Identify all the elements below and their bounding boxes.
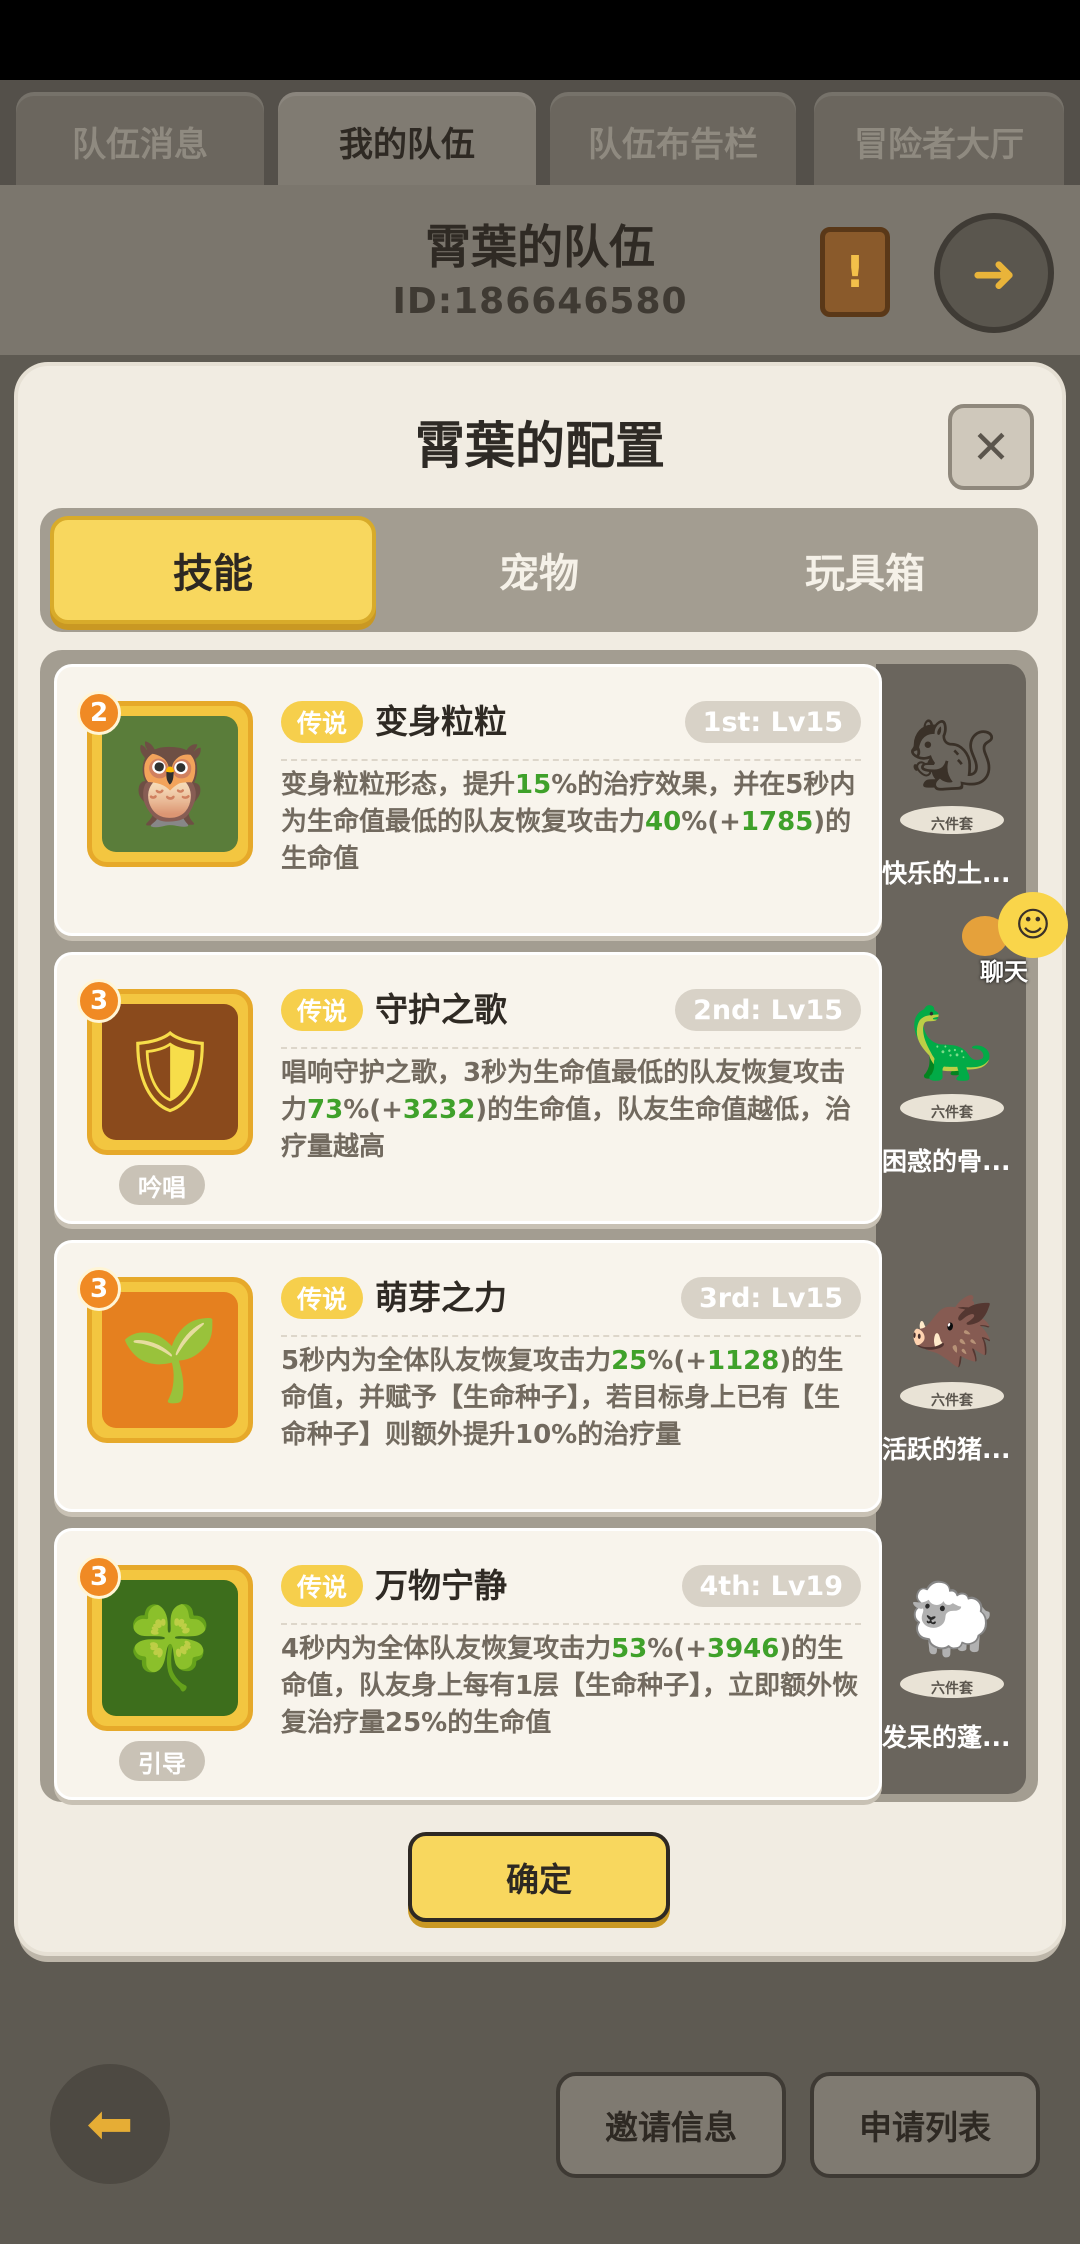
- config-tabs: 技能 宠物 玩具箱: [40, 508, 1038, 632]
- config-modal: 霄葉的配置 ✕ 技能 宠物 玩具箱 🦉 2 传说 变身粒粒 1st: Lv15 …: [18, 366, 1062, 1952]
- notice-scroll-icon[interactable]: !: [820, 227, 890, 317]
- divider: [281, 1623, 861, 1625]
- pet-slot[interactable]: 🦕 六件套 困惑的骨...: [878, 952, 1026, 1224]
- tab-adventurer-hall[interactable]: 冒险者大厅: [814, 92, 1064, 190]
- skill-name: 变身粒粒: [375, 702, 507, 741]
- close-button[interactable]: ✕: [948, 404, 1034, 490]
- back-arrow-icon: ⬅: [86, 2091, 134, 2157]
- pet-set-label: 六件套: [931, 817, 973, 833]
- skill-card[interactable]: 🍀 3 引导 传说 万物宁静 4th: Lv19 4秒内为全体队友恢复攻击力53…: [54, 1528, 882, 1800]
- skill-description: 唱响守护之歌，3秒为生命值最低的队友恢复攻击力73%(+3232)的生命值，队友…: [281, 1058, 852, 1162]
- pet-set-label: 六件套: [931, 1681, 973, 1697]
- skill-name: 万物宁静: [375, 1566, 507, 1605]
- team-name: 霄葉的队伍: [425, 220, 655, 274]
- divider: [281, 1335, 861, 1337]
- skill-description: 5秒内为全体队友恢复攻击力25%(+1128)的生命值，并赋予【生命种子】，若目…: [281, 1346, 844, 1450]
- skill-card[interactable]: 🌱 3 传说 萌芽之力 3rd: Lv15 5秒内为全体队友恢复攻击力25%(+…: [54, 1240, 882, 1512]
- rarity-badge: 传说: [281, 989, 363, 1031]
- level-badge: 3: [77, 1267, 121, 1311]
- level-badge: 3: [77, 979, 121, 1023]
- exit-team-icon[interactable]: ➜: [934, 213, 1054, 333]
- close-icon: ✕: [971, 420, 1011, 474]
- tab-team-messages[interactable]: 队伍消息: [16, 92, 264, 190]
- pet-set-label: 六件套: [931, 1393, 973, 1409]
- pet-slot[interactable]: 🐗 六件套 活跃的猪...: [878, 1240, 1026, 1512]
- slot-level: 4th: Lv19: [681, 1565, 861, 1607]
- skill-description: 变身粒粒形态，提升15%的治疗效果，并在5秒内为生命值最低的队友恢复攻击力40%…: [281, 770, 856, 874]
- apply-list-button[interactable]: 申请列表: [810, 2072, 1040, 2178]
- pet-name: 活跃的猪...: [882, 1435, 1011, 1464]
- divider: [281, 759, 861, 761]
- modal-title: 霄葉的配置: [415, 417, 665, 475]
- skill-name: 萌芽之力: [375, 1278, 507, 1317]
- skill-list[interactable]: 🦉 2 传说 变身粒粒 1st: Lv15 变身粒粒形态，提升15%的治疗效果，…: [40, 650, 1038, 1802]
- tab-skills[interactable]: 技能: [50, 516, 376, 624]
- pet-set-label: 六件套: [931, 1105, 973, 1121]
- team-header: 霄葉的队伍 ID:186646580 ! ➜: [0, 185, 1080, 355]
- level-badge: 2: [77, 691, 121, 735]
- confirm-button[interactable]: 确定: [408, 1832, 670, 1922]
- skill-name: 守护之歌: [375, 990, 507, 1029]
- status-bar: [0, 0, 1080, 80]
- pet-slot[interactable]: 🐑 六件套 发呆的蓬...: [878, 1528, 1026, 1800]
- skill-type-tag: 引导: [119, 1741, 205, 1781]
- rarity-badge: 传说: [281, 1277, 363, 1319]
- team-id: ID:186646580: [392, 281, 688, 322]
- chat-label: 聊天: [980, 958, 1028, 986]
- tab-my-team[interactable]: 我的队伍: [278, 92, 536, 190]
- skill-description: 4秒内为全体队友恢复攻击力53%(+3946)的生命值，队友身上每有1层【生命种…: [281, 1634, 859, 1738]
- tab-toybox[interactable]: 玩具箱: [702, 516, 1028, 624]
- pet-name: 困惑的骨...: [882, 1147, 1011, 1176]
- tab-team-board[interactable]: 队伍布告栏: [550, 92, 796, 190]
- tab-pets[interactable]: 宠物: [376, 516, 702, 624]
- skill-card[interactable]: 🦉 2 传说 变身粒粒 1st: Lv15 变身粒粒形态，提升15%的治疗效果，…: [54, 664, 882, 936]
- pet-name: 快乐的土...: [882, 859, 1011, 888]
- chat-face-icon: ☺: [998, 892, 1068, 958]
- rarity-badge: 传说: [281, 701, 363, 743]
- slot-level: 3rd: Lv15: [680, 1277, 861, 1319]
- slot-level: 2nd: Lv15: [675, 989, 861, 1031]
- pet-name: 发呆的蓬...: [882, 1723, 1011, 1752]
- level-badge: 3: [77, 1555, 121, 1599]
- rarity-badge: 传说: [281, 1565, 363, 1607]
- divider: [281, 1047, 861, 1049]
- slot-level: 1st: Lv15: [684, 701, 861, 743]
- skill-card[interactable]: 🛡 3 吟唱 传说 守护之歌 2nd: Lv15 唱响守护之歌，3秒为生命值最低…: [54, 952, 882, 1224]
- skill-type-tag: 吟唱: [119, 1165, 205, 1205]
- invite-info-button[interactable]: 邀请信息: [556, 2072, 786, 2178]
- top-tabs: 队伍消息 我的队伍 队伍布告栏 冒险者大厅: [0, 80, 1080, 190]
- chat-button[interactable]: ☺ 聊天: [962, 892, 1074, 986]
- back-button[interactable]: ⬅: [50, 2064, 170, 2184]
